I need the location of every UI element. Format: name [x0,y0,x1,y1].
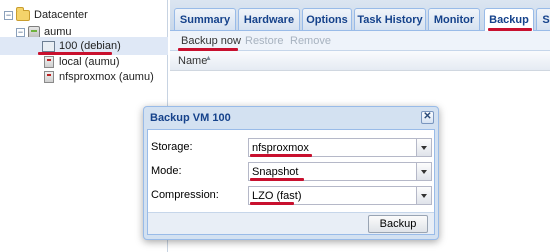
dialog-form: Storage: nfsproxmox Mode: Snapshot Compr… [147,129,435,235]
collapse-toggle-icon[interactable]: − [16,27,25,37]
mode-value: Snapshot [252,166,299,178]
dialog-title: Backup VM 100 [150,112,231,124]
chevron-down-icon[interactable] [416,163,431,180]
tree-label-vm: 100 (debian) [59,40,121,52]
compression-label: Compression: [151,189,219,201]
tree-item-storage-nfs[interactable]: nfsproxmox (aumu) [44,68,154,86]
restore-button[interactable]: Restore [245,35,284,47]
tree-label-datacenter: Datacenter [34,9,88,21]
tab-bar: Summary Hardware Options Task History Mo… [170,0,550,31]
backup-dialog: Backup VM 100 ✕ Storage: nfsproxmox Mode… [143,106,439,240]
tab-overflow[interactable]: S [536,8,550,30]
annotation-underline [250,154,312,157]
dialog-footer: Backup [148,212,434,234]
sort-ascending-icon: ▲ [205,55,212,62]
tree-label-storage: nfsproxmox (aumu) [59,71,154,83]
tree-label-storage: local (aumu) [59,56,120,68]
annotation-underline [250,178,304,181]
backup-submit-button[interactable]: Backup [368,215,428,233]
collapse-toggle-icon[interactable]: − [4,10,13,20]
compression-value: LZO (fast) [252,190,302,202]
chevron-down-icon[interactable] [416,139,431,156]
backup-now-button[interactable]: Backup now [181,35,241,47]
annotation-underline [250,202,294,205]
tab-task-history[interactable]: Task History [354,8,426,30]
storage-label: Storage: [151,141,193,153]
storage-value: nfsproxmox [252,142,309,154]
tab-summary[interactable]: Summary [174,8,236,30]
tree-item-datacenter[interactable]: − Datacenter [4,6,88,24]
vm-icon [42,40,55,55]
tab-options[interactable]: Options [302,8,352,30]
tab-hardware[interactable]: Hardware [238,8,300,30]
chevron-down-icon[interactable] [416,187,431,204]
folder-icon [16,6,30,21]
close-icon[interactable]: ✕ [421,111,434,124]
storage-icon [44,71,54,83]
mode-label: Mode: [151,165,182,177]
backup-grid-header: Name ▲ [170,51,550,71]
column-header-name[interactable]: Name [178,55,207,67]
remove-button[interactable]: Remove [290,35,331,47]
tab-monitor[interactable]: Monitor [428,8,480,30]
storage-icon [44,56,54,68]
